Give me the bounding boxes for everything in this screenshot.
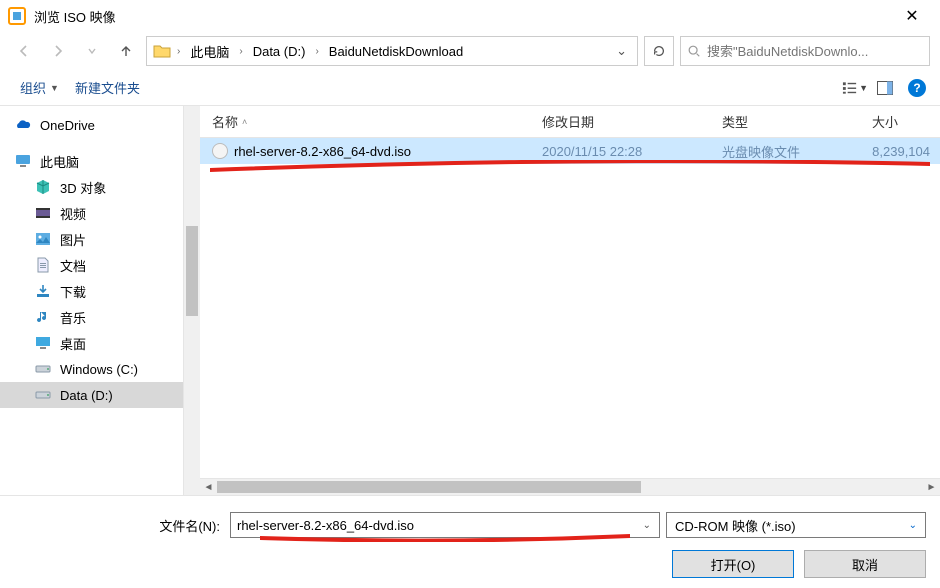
refresh-button[interactable] [644,36,674,66]
filename-combo[interactable]: ⌄ [230,512,660,538]
drive-icon [34,386,52,404]
view-options-button[interactable]: ▼ [842,76,868,100]
picture-icon [34,230,52,248]
tree-drive-c[interactable]: Windows (C:) [0,356,200,382]
folder-icon [153,42,171,60]
cancel-button[interactable]: 取消 [804,550,926,578]
tree-onedrive[interactable]: OneDrive [0,112,200,138]
tree-thispc[interactable]: 此电脑 [0,148,200,174]
window-title: 浏览 ISO 映像 [34,7,892,26]
app-icon [8,7,26,25]
scroll-left-icon[interactable]: ◄ [200,482,217,493]
file-date: 2020/11/15 22:28 [530,144,710,159]
file-size: 8,239,104 [860,144,940,159]
sidebar-scrollbar[interactable] [183,106,200,495]
chevron-right-icon[interactable]: › [175,46,182,57]
sort-indicator-icon: ˄ [242,117,247,127]
tree-label: 文档 [60,256,86,275]
help-button[interactable]: ? [908,79,926,97]
search-icon [687,44,701,58]
tree-desktop[interactable]: 桌面 [0,330,200,356]
filename-input[interactable] [237,518,641,533]
sidebar: OneDrive 此电脑 3D 对象 视频 图片 文档 下载 音乐 [0,106,200,495]
chevron-down-icon: ⌄ [909,520,917,531]
tree-3dobjects[interactable]: 3D 对象 [0,174,200,200]
nav-back-button[interactable] [10,37,38,65]
chevron-right-icon[interactable]: › [237,46,244,57]
tree-label: 3D 对象 [60,178,106,197]
column-size[interactable]: 大小 [860,112,940,131]
chevron-down-icon: ▼ [50,83,59,93]
column-type[interactable]: 类型 [710,112,860,131]
iso-file-icon [212,143,228,159]
organize-label: 组织 [20,78,46,97]
tree-videos[interactable]: 视频 [0,200,200,226]
tree-music[interactable]: 音乐 [0,304,200,330]
breadcrumb-item[interactable]: 此电脑 [186,42,233,61]
column-name[interactable]: 名称˄ [200,112,530,131]
address-bar[interactable]: › 此电脑 › Data (D:) › BaiduNetdiskDownload… [146,36,638,66]
new-folder-label: 新建文件夹 [75,78,140,97]
preview-pane-button[interactable] [872,76,898,100]
tree-label: OneDrive [40,118,95,133]
breadcrumb-item[interactable]: Data (D:) [249,44,310,59]
tree-label: 下载 [60,282,86,301]
open-button[interactable]: 打开(O) [672,550,794,578]
tree-label: 此电脑 [40,152,79,171]
chevron-right-icon[interactable]: › [313,46,320,57]
tree-pictures[interactable]: 图片 [0,226,200,252]
file-list-area: 名称˄ 修改日期 类型 大小 rhel-server-8.2-x86_64-dv… [200,106,940,495]
computer-icon [14,152,32,170]
filter-text: CD-ROM 映像 (*.iso) [675,516,909,535]
download-icon [34,282,52,300]
chevron-down-icon: ▼ [859,83,868,93]
column-date[interactable]: 修改日期 [530,112,710,131]
content-hscrollbar[interactable]: ◄ ► [200,478,940,495]
music-icon [34,308,52,326]
breadcrumb-item[interactable]: BaiduNetdiskDownload [325,44,467,59]
tree-documents[interactable]: 文档 [0,252,200,278]
organize-menu[interactable]: 组织 ▼ [14,75,65,100]
new-folder-button[interactable]: 新建文件夹 [69,75,146,100]
tree-drive-d[interactable]: Data (D:) [0,382,200,408]
nav-up-button[interactable] [112,37,140,65]
scroll-right-icon[interactable]: ► [923,482,940,493]
file-name: rhel-server-8.2-x86_64-dvd.iso [234,144,411,159]
tree-label: Data (D:) [60,388,113,403]
address-dropdown[interactable]: ⌄ [612,43,631,59]
search-box[interactable] [680,36,930,66]
document-icon [34,256,52,274]
tree-label: 音乐 [60,308,86,327]
tree-downloads[interactable]: 下载 [0,278,200,304]
tree-label: 桌面 [60,334,86,353]
file-type: 光盘映像文件 [710,142,860,161]
drive-icon [34,360,52,378]
onedrive-icon [14,116,32,134]
cube-icon [34,178,52,196]
nav-forward-button[interactable] [44,37,72,65]
tree-label: 图片 [60,230,86,249]
chevron-down-icon[interactable]: ⌄ [641,520,653,531]
nav-recent-dropdown[interactable] [78,37,106,65]
video-icon [34,204,52,222]
file-row[interactable]: rhel-server-8.2-x86_64-dvd.iso 2020/11/1… [200,138,940,164]
filename-label: 文件名(N): [14,516,224,535]
search-input[interactable] [707,44,923,59]
filetype-filter[interactable]: CD-ROM 映像 (*.iso) ⌄ [666,512,926,538]
close-button[interactable]: ✕ [892,6,932,26]
column-headers: 名称˄ 修改日期 类型 大小 [200,106,940,138]
tree-label: Windows (C:) [60,362,138,377]
tree-label: 视频 [60,204,86,223]
desktop-icon [34,334,52,352]
